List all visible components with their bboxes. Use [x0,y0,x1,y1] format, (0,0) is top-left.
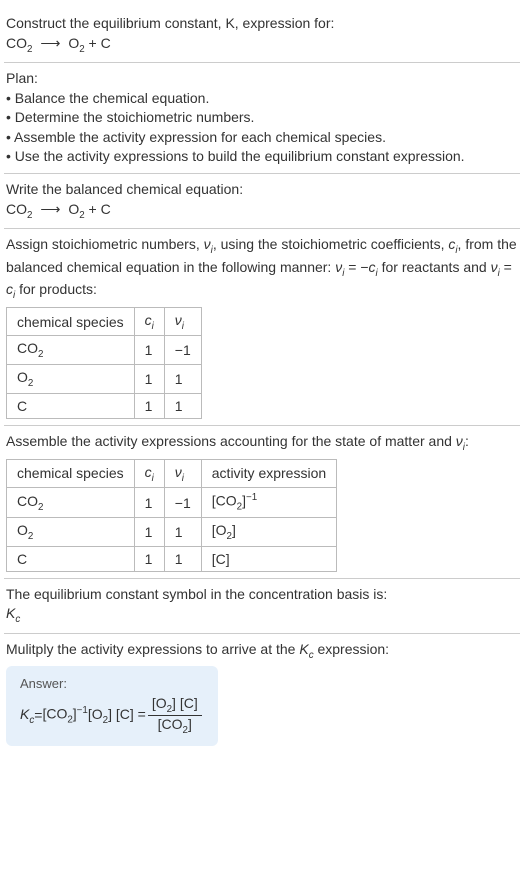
cell-species: O2 [7,365,135,394]
cell-ci: 1 [134,394,164,419]
col-nui: νi [164,307,201,336]
symbol-section: The equilibrium constant symbol in the c… [4,579,520,634]
frac-numerator: [O2] [C] [148,695,202,716]
answer-eq-1: = [34,707,42,723]
cell-nui: −1 [164,336,201,365]
table-row: C 1 1 [7,394,202,419]
stoich-text-4: for reactants and [378,259,491,275]
balanced-equation: CO2 ⟶ O2 + C [6,200,518,223]
cell-species: CO2 [7,488,135,517]
cell-nui: 1 [164,546,201,571]
stoich-eq1: = − [344,259,368,275]
nu-symbol: ν [204,236,211,252]
answer-kc: Kc [20,706,34,726]
stoich-section: Assign stoichiometric numbers, νi , using… [4,229,520,426]
cell-ci: 1 [134,546,164,571]
cell-nui: 1 [164,365,201,394]
product-c: C [101,35,111,51]
table-row: O2 1 1 [7,365,202,394]
stoich-text-1: Assign stoichiometric numbers, [6,236,204,252]
multiply-title: Mulitply the activity expressions to arr… [6,640,518,663]
plan-bullet-3: • Assemble the activity expression for e… [6,128,518,148]
activity-section: Assemble the activity expressions accoun… [4,426,520,579]
cell-nui: 1 [164,517,201,546]
cell-ci: 1 [134,365,164,394]
balanced-title: Write the balanced chemical equation: [6,180,518,200]
multiply-text-2: expression: [314,641,389,657]
cell-species: C [7,546,135,571]
answer-label: Answer: [20,676,204,691]
plan-bullet-1: • Balance the chemical equation. [6,89,518,109]
product-o2: O2 [68,35,84,51]
cell-ci: 1 [134,488,164,517]
multiply-section: Mulitply the activity expressions to arr… [4,634,520,752]
activity-title-text: Assemble the activity expressions accoun… [6,433,469,449]
cell-ci: 1 [134,517,164,546]
answer-fraction: [O2] [C] [CO2] [148,695,202,736]
k-symbol: K [6,605,15,621]
col-ci: ci [134,307,164,336]
table-row: O2 1 1 [O2] [7,517,337,546]
plan-title: Plan: [6,69,518,89]
col-ci: ci [134,459,164,488]
table-row: C 1 1 [C] [7,546,337,571]
cell-nui: 1 [164,394,201,419]
multiply-text-1: Mulitply the activity expressions to arr… [6,641,299,657]
reaction-arrow: ⟶ [40,34,60,54]
col-nui: νi [164,459,201,488]
answer-term2: [O2] [C] = [88,706,146,726]
plan-bullet-4: • Use the activity expressions to build … [6,147,518,167]
cell-nui: −1 [164,488,201,517]
stoich-eq2: = [500,259,512,275]
col-activity: activity expression [201,459,336,488]
symbol-kc: Kc [6,604,518,627]
plan-section: Plan: • Balance the chemical equation. •… [4,63,520,174]
cell-species: O2 [7,517,135,546]
symbol-title: The equilibrium constant symbol in the c… [6,585,518,605]
stoich-intro: Assign stoichiometric numbers, νi, using… [6,235,518,303]
activity-table: chemical species ci νi activity expressi… [6,459,337,572]
col-species: chemical species [7,307,135,336]
balanced-co2: CO2 [6,201,32,217]
balanced-arrow: ⟶ [40,200,60,220]
balanced-section: Write the balanced chemical equation: CO… [4,174,520,229]
balanced-plus: + [89,201,97,217]
activity-title: Assemble the activity expressions accoun… [6,432,518,455]
table-header-row: chemical species ci νi [7,307,202,336]
cell-species: C [7,394,135,419]
table-row: CO2 1 −1 [CO2]−1 [7,488,337,517]
stoich-text-2: , using the stoichiometric coefficients, [213,236,449,252]
nu-symbol-3: ν [491,259,498,275]
cell-activity: [CO2]−1 [201,488,336,517]
table-row: CO2 1 −1 [7,336,202,365]
stoich-text-5: for products: [15,281,97,297]
cell-activity: [C] [201,546,336,571]
col-species: chemical species [7,459,135,488]
table-header-row: chemical species ci νi activity expressi… [7,459,337,488]
cell-species: CO2 [7,336,135,365]
plus-sign: + [89,35,97,51]
answer-box: Answer: Kc = [CO2]−1 [O2] [C] = [O2] [C]… [6,666,218,746]
reactant-co2: CO2 [6,35,32,51]
cell-ci: 1 [134,336,164,365]
frac-denominator: [CO2] [148,716,202,736]
k-sub: c [15,614,20,625]
answer-term1: [CO2]−1 [42,705,87,725]
stoich-table: chemical species ci νi CO2 1 −1 O2 1 1 C… [6,307,202,419]
multiply-k: K [299,641,308,657]
c-symbol-2: c [369,259,376,275]
intro-section: Construct the equilibrium constant, K, e… [4,8,520,63]
balanced-c: C [101,201,111,217]
intro-title: Construct the equilibrium constant, K, e… [6,14,518,34]
plan-bullet-2: • Determine the stoichiometric numbers. [6,108,518,128]
c-symbol-3: c [6,281,13,297]
cell-activity: [O2] [201,517,336,546]
intro-equation: CO2 ⟶ O2 + C [6,34,518,57]
intro-title-text: Construct the equilibrium constant, K, e… [6,15,334,31]
balanced-o2: O2 [68,201,84,217]
answer-equation: Kc = [CO2]−1 [O2] [C] = [O2] [C] [CO2] [20,695,204,736]
